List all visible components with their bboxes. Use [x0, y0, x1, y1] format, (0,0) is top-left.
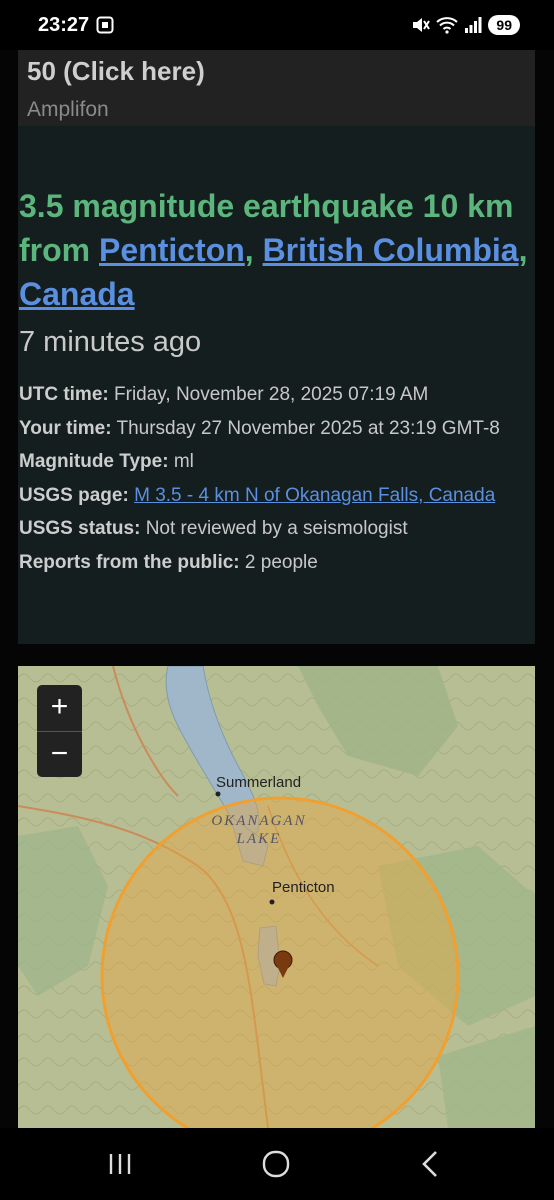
city-link[interactable]: Penticton: [99, 232, 245, 268]
magnitude-type-label: Magnitude Type:: [19, 451, 169, 472]
usgs-page-label: USGS page:: [19, 484, 129, 506]
usgs-status-label: USGS status:: [19, 518, 141, 539]
map-label-lake: OKANAGAN LAKE: [211, 813, 307, 847]
utc-time-value: Friday, November 28, 2025 07:19 AM: [114, 384, 429, 405]
home-icon[interactable]: [256, 1146, 296, 1182]
usgs-status-row: USGS status: Not reviewed by a seismolog…: [19, 512, 529, 546]
utc-time-label: UTC time:: [19, 384, 109, 405]
your-time-row: Your time: Thursday 27 November 2025 at …: [19, 412, 529, 446]
navigation-bar: [0, 1128, 554, 1200]
headline-sep: ,: [244, 232, 263, 268]
signal-icon: [465, 17, 482, 33]
magnitude-type-value: ml: [173, 451, 194, 472]
public-reports-value: 2 people: [244, 551, 318, 573]
country-link[interactable]: Canada: [19, 276, 135, 312]
your-time-label: Your time:: [19, 417, 112, 439]
mute-icon: [413, 18, 431, 32]
map-label-penticton: Penticton: [272, 879, 335, 896]
status-time: 23:27: [38, 14, 90, 36]
earthquake-facts: UTC time: Friday, November 28, 2025 07:1…: [19, 378, 529, 579]
recent-apps-icon[interactable]: [100, 1146, 140, 1182]
screenshot-icon: [96, 16, 114, 34]
status-bar: 23:27 99: [0, 0, 554, 50]
usgs-page-link[interactable]: M 3.5 - 4 km N of Okanagan Falls, Canada: [134, 485, 495, 506]
public-reports-row: Reports from the public: 2 people: [19, 546, 529, 580]
your-time-value: Thursday 27 November 2025 at 23:19 GMT-8: [116, 417, 500, 439]
public-reports-label: Reports from the public:: [19, 551, 240, 573]
battery-icon: 99: [488, 15, 520, 35]
magnitude-type-row: Magnitude Type: ml: [19, 445, 529, 479]
zoom-control: + −: [37, 685, 82, 777]
map-label-summerland: Summerland: [216, 774, 302, 791]
ad-source: Amplifon: [27, 98, 109, 121]
map-terrain[interactable]: [18, 666, 535, 1128]
usgs-page-row: USGS page: M 3.5 - 4 km N of Okanagan Fa…: [19, 479, 529, 513]
wifi-icon: [436, 17, 459, 34]
utc-time-row: UTC time: Friday, November 28, 2025 07:1…: [19, 378, 529, 412]
usgs-status-value: Not reviewed by a seismologist: [145, 518, 408, 539]
headline-sep: ,: [518, 232, 528, 268]
earthquake-card: 3.5 magnitude earthquake 10 km from Pent…: [18, 126, 535, 644]
zoom-in-button[interactable]: +: [37, 685, 82, 732]
back-icon[interactable]: [412, 1146, 452, 1182]
time-ago: 7 minutes ago: [19, 326, 202, 358]
province-link[interactable]: British Columbia: [263, 232, 519, 268]
earthquake-headline: 3.5 magnitude earthquake 10 km from Pent…: [19, 184, 531, 316]
earthquake-map[interactable]: + − Summerland OKANAGAN LAKE Penticton: [18, 666, 535, 1128]
zoom-out-button[interactable]: −: [37, 732, 82, 778]
